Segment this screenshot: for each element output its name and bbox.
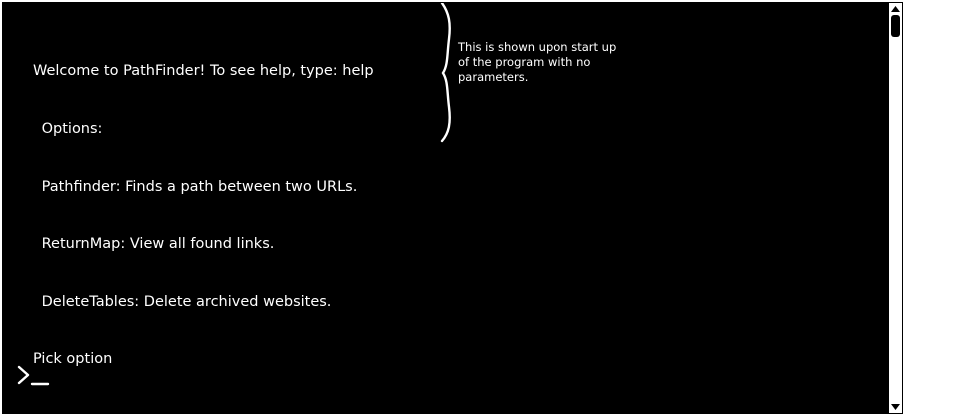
output-line-pick-option: Pick option bbox=[33, 351, 113, 368]
output-line-deletetables: DeleteTables: Delete archived websites. bbox=[37, 293, 332, 310]
scrollbar-thumb[interactable] bbox=[891, 15, 900, 37]
vertical-scrollbar[interactable] bbox=[888, 2, 903, 414]
chevron-up-icon[interactable] bbox=[890, 4, 901, 14]
output-line-returnmap: ReturnMap: View all found links. bbox=[37, 236, 275, 253]
console-output: Welcome to PathFinder! To see help, type… bbox=[33, 24, 374, 408]
terminal-prompt-icon[interactable] bbox=[15, 363, 55, 389]
chevron-down-icon[interactable] bbox=[890, 402, 901, 412]
output-line-welcome: Welcome to PathFinder! To see help, type… bbox=[33, 63, 374, 80]
output-line-options: Options: bbox=[37, 121, 103, 138]
annotation-note: This is shown upon start up of the progr… bbox=[458, 40, 617, 84]
output-line-pathfinder: Pathfinder: Finds a path between two URL… bbox=[37, 178, 358, 195]
curly-brace-icon bbox=[440, 3, 451, 143]
console-window[interactable]: Welcome to PathFinder! To see help, type… bbox=[2, 2, 902, 414]
